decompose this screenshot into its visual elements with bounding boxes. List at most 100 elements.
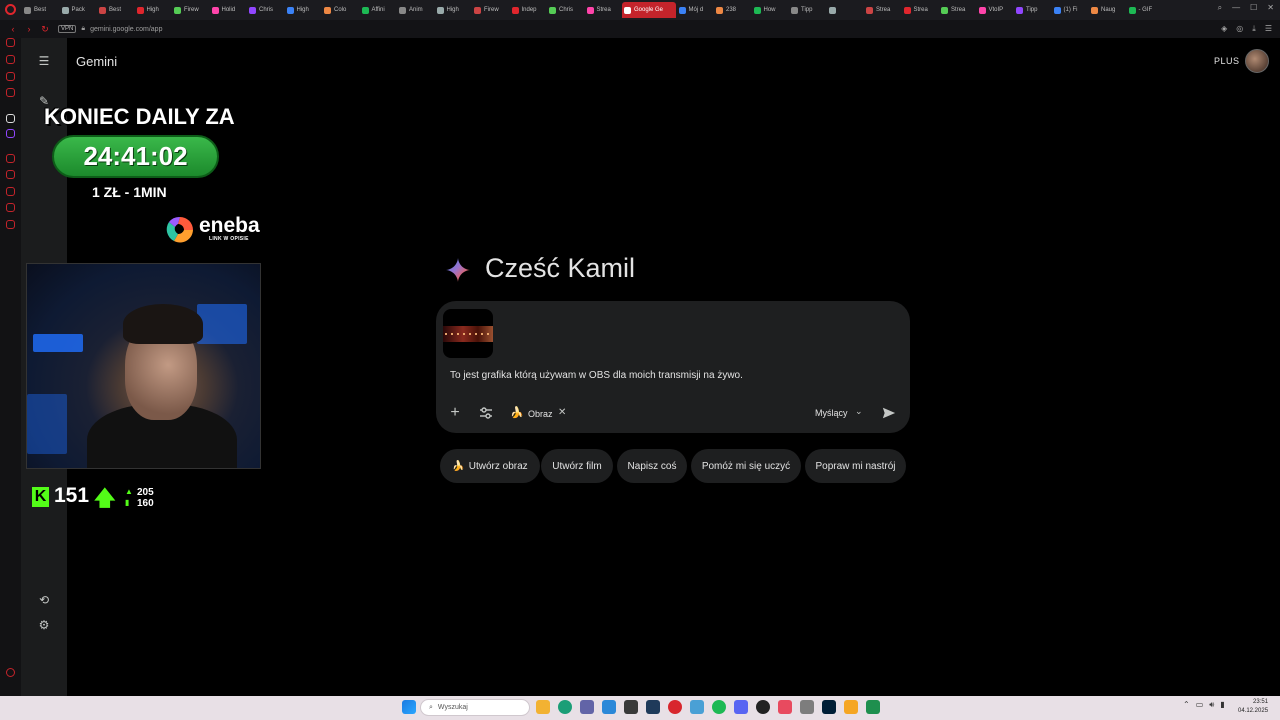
reload-icon[interactable]: ↻: [38, 22, 52, 36]
browser-tab[interactable]: Strea: [585, 2, 622, 18]
sidebar-more-icon[interactable]: [6, 668, 15, 677]
url-field[interactable]: gemini.google.com/app: [90, 26, 162, 33]
snapshot-icon[interactable]: ◎: [1236, 24, 1243, 34]
photoshop-icon[interactable]: [822, 700, 836, 714]
sidebar-twitch-icon[interactable]: [6, 129, 15, 138]
prompt-input[interactable]: To jest grafika którą używam w OBS dla m…: [450, 370, 743, 381]
avatar[interactable]: [1245, 49, 1269, 73]
monitor-app-icon[interactable]: [602, 700, 616, 714]
browser-tab[interactable]: VtoIP: [977, 2, 1014, 18]
browser-tab[interactable]: - GIF: [1127, 2, 1164, 18]
sidebar-shopping-icon[interactable]: [6, 55, 15, 64]
sidebar-messenger-icon[interactable]: [6, 72, 15, 81]
app-icon-4[interactable]: [866, 700, 880, 714]
plan-badge[interactable]: PLUS: [1214, 56, 1240, 66]
sidebar-clock-icon[interactable]: [6, 187, 15, 196]
chevron-down-icon[interactable]: ⌄: [855, 406, 863, 417]
discord-icon[interactable]: [734, 700, 748, 714]
browser-tab[interactable]: [827, 2, 864, 18]
browser-tab[interactable]: Tipp: [789, 2, 826, 18]
browser-tab[interactable]: High: [135, 2, 172, 18]
sidebar-settings-icon[interactable]: [6, 220, 15, 229]
volume-icon[interactable]: 🔊︎: [1209, 700, 1214, 710]
suggestion-chip[interactable]: Popraw mi nastrój: [805, 449, 906, 483]
vscode-icon[interactable]: [646, 700, 660, 714]
add-files-icon[interactable]: +: [447, 404, 463, 421]
back-icon[interactable]: ‹: [6, 22, 20, 36]
browser-tab[interactable]: Firew: [172, 2, 209, 18]
suggestion-chip[interactable]: Utwórz film: [541, 449, 613, 483]
taskbar-search[interactable]: ⌕ Wyszukaj: [420, 699, 530, 716]
browser-tab[interactable]: Naug: [1089, 2, 1126, 18]
tools-icon[interactable]: [478, 405, 494, 421]
maximize-icon[interactable]: ☐: [1250, 3, 1257, 13]
opera-logo-icon[interactable]: [5, 4, 16, 15]
browser-tab[interactable]: How: [752, 2, 789, 18]
browser-tab[interactable]: 238: [714, 2, 751, 18]
browser-tab[interactable]: High: [435, 2, 472, 18]
browser-tab[interactable]: Indep: [510, 2, 547, 18]
browser-tab[interactable]: Firew: [472, 2, 509, 18]
sidebar-extensions-icon[interactable]: [6, 203, 15, 212]
start-menu-icon[interactable]: [402, 700, 416, 714]
opera-taskbar-icon[interactable]: [668, 700, 682, 714]
app-icon-3[interactable]: [800, 700, 814, 714]
file-explorer-icon[interactable]: [536, 700, 550, 714]
browser-tab[interactable]: Strea: [864, 2, 901, 18]
activity-history-icon[interactable]: ⟲: [37, 593, 51, 607]
browser-tab[interactable]: Mój d: [677, 2, 714, 18]
browser-tab[interactable]: Chris: [247, 2, 284, 18]
image-tool-chip[interactable]: Obraz: [528, 409, 553, 419]
browser-tab[interactable]: Anim: [397, 2, 434, 18]
browser-tab[interactable]: Colo: [322, 2, 359, 18]
browser-tab[interactable]: (1) Fi: [1052, 2, 1089, 18]
search-tabs-icon[interactable]: ⌕: [1218, 3, 1222, 13]
send-icon[interactable]: [882, 406, 896, 420]
network-icon[interactable]: ▭: [1196, 700, 1204, 710]
battery-icon[interactable]: ▮: [1220, 700, 1224, 710]
close-icon[interactable]: ✕: [1267, 3, 1274, 13]
browser-tab[interactable]: Chris: [547, 2, 584, 18]
suggestion-chip[interactable]: Pomóż mi się uczyć: [691, 449, 801, 483]
sidebar-ai-icon[interactable]: [6, 38, 15, 47]
tray-chevron-icon[interactable]: ⌃: [1183, 700, 1190, 710]
browser-tab[interactable]: Pack: [60, 2, 97, 18]
spotify-icon[interactable]: [712, 700, 726, 714]
settings-gear-icon[interactable]: ⚙: [37, 618, 51, 632]
browser-tab[interactable]: High: [285, 2, 322, 18]
browser-tab[interactable]: Tipp: [1014, 2, 1051, 18]
extensions-icon[interactable]: ◈: [1221, 24, 1227, 34]
forward-icon[interactable]: ›: [22, 22, 36, 36]
edge-icon[interactable]: [558, 700, 572, 714]
sidebar-kick-icon[interactable]: [6, 114, 15, 123]
lock-icon[interactable]: 🔒︎: [81, 25, 85, 33]
browser-tab[interactable]: Strea: [902, 2, 939, 18]
browser-tab[interactable]: Best: [22, 2, 59, 18]
minimize-icon[interactable]: —: [1232, 3, 1240, 13]
calculator-icon[interactable]: [624, 700, 638, 714]
download-icon[interactable]: ⤓: [1252, 24, 1256, 34]
app-icon-2[interactable]: [778, 700, 792, 714]
sidebar-history-icon[interactable]: [6, 154, 15, 163]
browser-tab[interactable]: Affini: [360, 2, 397, 18]
hamburger-menu-icon[interactable]: ☰: [37, 54, 51, 68]
app-icon-1[interactable]: [690, 700, 704, 714]
browser-tab[interactable]: Best: [97, 2, 134, 18]
banana-icon[interactable]: 🍌: [510, 406, 524, 419]
menu-icon[interactable]: ☰: [1265, 24, 1272, 34]
remove-chip-icon[interactable]: ✕: [558, 407, 566, 418]
suggestion-chip[interactable]: Napisz coś: [617, 449, 687, 483]
model-mode-selector[interactable]: Myślący: [815, 408, 848, 418]
teams-icon[interactable]: [580, 700, 594, 714]
sidebar-bookmarks-icon[interactable]: [6, 170, 15, 179]
browser-tab[interactable]: Holid: [210, 2, 247, 18]
obs-icon[interactable]: [756, 700, 770, 714]
app-title[interactable]: Gemini: [76, 54, 117, 69]
browser-tab[interactable]: Strea: [939, 2, 976, 18]
vpn-badge[interactable]: VPN: [58, 25, 77, 33]
rockstar-icon[interactable]: [844, 700, 858, 714]
suggestion-chip[interactable]: 🍌 Utwórz obraz: [440, 449, 540, 483]
sidebar-news-icon[interactable]: [6, 88, 15, 97]
attached-image-thumbnail[interactable]: [443, 309, 493, 358]
clock[interactable]: 23:51 04.12.2025: [1238, 698, 1268, 716]
